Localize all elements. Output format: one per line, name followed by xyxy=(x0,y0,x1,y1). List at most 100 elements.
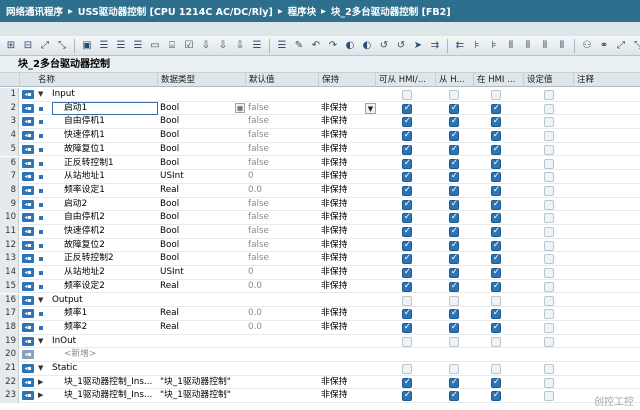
type-cell[interactable] xyxy=(160,362,245,376)
table-row[interactable]: 1 ◂▪ ▼ Input xyxy=(0,88,640,102)
setpoint-checkbox[interactable] xyxy=(544,227,554,237)
default-cell[interactable] xyxy=(248,362,318,376)
expand-icon[interactable]: ⤢ xyxy=(614,39,628,53)
hmi-writable-checkbox[interactable] xyxy=(491,364,501,374)
default-cell[interactable]: false xyxy=(248,252,318,266)
name-cell[interactable]: 自由停机2 xyxy=(52,211,156,225)
type-cell[interactable]: Real xyxy=(160,280,245,294)
retain-cell[interactable]: 非保持 xyxy=(321,266,371,280)
delete-row-icon[interactable]: ⊟ xyxy=(21,39,35,53)
table-row[interactable]: 15 ◂▪ 频率设定2 Real 0.0 非保持 xyxy=(0,279,640,294)
name-cell[interactable]: Input xyxy=(52,88,156,102)
list-icon[interactable]: ☰ xyxy=(97,39,111,53)
retain-cell[interactable]: 非保持 xyxy=(321,170,371,184)
list-icon[interactable]: ☰ xyxy=(131,39,145,53)
edit-icon[interactable]: ✎ xyxy=(292,39,306,53)
hmi-writable-checkbox[interactable] xyxy=(491,130,501,142)
type-cell[interactable]: Bool xyxy=(160,157,245,171)
retain-cell[interactable] xyxy=(321,88,371,102)
from-hmi-checkbox[interactable] xyxy=(402,199,412,210)
hmi-visible-checkbox[interactable] xyxy=(449,90,459,100)
setpoint-checkbox[interactable] xyxy=(544,144,554,155)
setpoint-checkbox[interactable] xyxy=(544,158,554,169)
default-cell[interactable]: false xyxy=(248,129,318,143)
name-cell[interactable]: 块_1驱动器控制_Ins... xyxy=(52,376,156,390)
setpoint-checkbox[interactable] xyxy=(544,90,554,100)
name-cell[interactable]: <新增> xyxy=(52,348,156,362)
default-cell[interactable]: false xyxy=(248,143,318,157)
setpoint-checkbox[interactable] xyxy=(544,240,554,251)
list-icon[interactable]: ☰ xyxy=(275,39,289,53)
from-hmi-checkbox[interactable] xyxy=(402,103,412,114)
default-cell[interactable]: false xyxy=(248,157,318,171)
hmi-visible-checkbox[interactable] xyxy=(449,295,459,306)
collapse-icon[interactable]: ▼ xyxy=(38,294,47,308)
table-row[interactable]: 2 ◂▪ 启动1 Bool ▦ false 非保持 ▼ xyxy=(0,101,640,116)
retain-dropdown-icon[interactable]: ▼ xyxy=(365,102,376,114)
hmi-writable-checkbox[interactable] xyxy=(491,144,501,155)
table-row[interactable]: 23 ◂▪ ▶ 块_1驱动器控制_Ins... "块_1驱动器控制" 非保持 xyxy=(0,389,640,404)
header-hmi-writable[interactable]: 在 HMI ... xyxy=(473,73,523,87)
setpoint-checkbox[interactable] xyxy=(544,131,554,142)
header-comment[interactable]: 注释 xyxy=(573,73,640,87)
retain-cell[interactable]: 非保持 xyxy=(321,321,371,335)
setpoint-checkbox[interactable] xyxy=(544,336,554,347)
collapse-icon[interactable]: ▼ xyxy=(38,362,47,376)
retain-cell[interactable]: 非保持 xyxy=(321,198,371,212)
default-cell[interactable] xyxy=(248,348,318,362)
from-hmi-checkbox[interactable] xyxy=(402,171,412,183)
breadcrumb-item[interactable]: USS驱动器控制 [CPU 1214C AC/DC/Rly] xyxy=(78,4,273,18)
hmi-writable-checkbox[interactable] xyxy=(491,267,501,279)
hmi-visible-checkbox[interactable] xyxy=(449,130,459,142)
name-cell[interactable]: 故障复位2 xyxy=(52,239,156,253)
table-row[interactable]: 18 ◂▪ 频率2 Real 0.0 非保持 xyxy=(0,320,640,335)
table-row[interactable]: 21 ◂▪ ▼ Static xyxy=(0,362,640,376)
name-cell[interactable]: InOut xyxy=(52,335,156,349)
retain-cell[interactable] xyxy=(321,335,371,349)
retain-cell[interactable]: 非保持 xyxy=(321,115,371,129)
hmi-writable-checkbox[interactable] xyxy=(491,185,501,196)
name-cell[interactable]: 块_1驱动器控制_Ins... xyxy=(52,389,156,403)
jump-icon[interactable]: ↺ xyxy=(377,39,391,53)
from-hmi-checkbox[interactable] xyxy=(402,308,412,320)
type-cell[interactable]: Bool xyxy=(160,115,245,129)
default-cell[interactable]: 0.0 xyxy=(248,307,318,321)
user-icon[interactable]: ⚇ xyxy=(580,39,594,53)
collapse-icon[interactable]: ▼ xyxy=(38,335,47,349)
retain-cell[interactable]: 非保持 xyxy=(321,157,371,171)
hmi-visible-checkbox[interactable] xyxy=(449,116,459,128)
name-cell[interactable]: 启动2 xyxy=(52,198,156,212)
from-hmi-checkbox[interactable] xyxy=(402,116,412,128)
download-icon[interactable]: ⇩ xyxy=(233,39,247,53)
download-icon[interactable]: ⇩ xyxy=(216,39,230,53)
table-row[interactable]: 7 ◂▪ 从站地址1 USInt 0 非保持 xyxy=(0,170,640,184)
retain-cell[interactable]: 非保持 xyxy=(321,102,371,116)
table-row[interactable]: 10 ◂▪ 自由停机2 Bool false 非保持 xyxy=(0,211,640,225)
from-hmi-checkbox[interactable] xyxy=(402,377,412,388)
table-row[interactable]: 6 ◂▪ 正反转控制1 Bool false 非保持 xyxy=(0,156,640,171)
forward-icon[interactable]: ⇉ xyxy=(428,39,442,53)
hmi-visible-checkbox[interactable] xyxy=(449,158,459,169)
insert-row-icon[interactable]: ⊞ xyxy=(4,39,18,53)
hmi-visible-checkbox[interactable] xyxy=(449,199,459,210)
type-cell[interactable]: Bool xyxy=(160,102,245,116)
retain-cell[interactable]: 非保持 xyxy=(321,307,371,321)
column-icon[interactable]: ⦀ xyxy=(521,39,535,53)
expand-icon[interactable]: ▶ xyxy=(38,376,47,390)
from-hmi-checkbox[interactable] xyxy=(402,90,412,100)
name-cell[interactable]: 频率2 xyxy=(52,321,156,335)
table-row[interactable]: 11 ◂▪ 快速停机2 Bool false 非保持 xyxy=(0,225,640,239)
name-cell[interactable]: 从站地址1 xyxy=(52,170,156,184)
network-icon[interactable]: ⌸ xyxy=(165,39,179,53)
type-cell[interactable] xyxy=(160,294,245,308)
hmi-visible-checkbox[interactable] xyxy=(449,240,459,251)
hmi-writable-checkbox[interactable] xyxy=(491,199,501,210)
from-hmi-checkbox[interactable] xyxy=(402,226,412,237)
type-cell[interactable]: USInt xyxy=(160,170,245,184)
default-cell[interactable] xyxy=(248,335,318,349)
default-cell[interactable]: false xyxy=(248,225,318,239)
retain-cell[interactable]: 非保持 xyxy=(321,389,371,403)
name-cell[interactable]: Static xyxy=(52,362,156,376)
setpoint-checkbox[interactable] xyxy=(544,281,554,292)
hmi-writable-checkbox[interactable] xyxy=(491,90,501,100)
